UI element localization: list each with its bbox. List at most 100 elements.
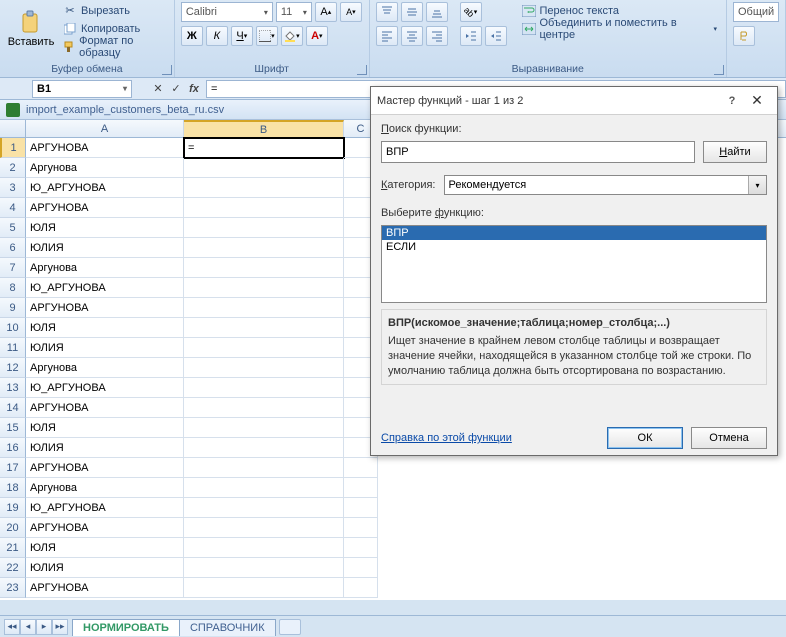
cell[interactable] (344, 458, 378, 478)
name-box[interactable]: B1 ▾ (32, 80, 132, 98)
italic-button[interactable]: К (206, 26, 228, 46)
number-format-combo[interactable]: Общий (733, 2, 779, 22)
cell[interactable] (184, 478, 344, 498)
row-header[interactable]: 9 (0, 298, 26, 318)
cancel-button[interactable]: Отмена (691, 427, 767, 449)
borders-button[interactable]: ▾ (256, 26, 278, 46)
tab-nav-last[interactable]: ▸▸ (52, 619, 68, 635)
tab-nav-prev[interactable]: ◂ (20, 619, 36, 635)
cell[interactable] (184, 158, 344, 178)
align-center-button[interactable] (401, 26, 423, 46)
row-header[interactable]: 1 (0, 138, 26, 158)
shrink-font-button[interactable]: A▾ (340, 2, 362, 22)
row-header[interactable]: 20 (0, 518, 26, 538)
row-header[interactable]: 3 (0, 178, 26, 198)
font-name-combo[interactable]: Calibri▾ (181, 2, 273, 22)
increase-indent-button[interactable] (485, 26, 507, 46)
cell[interactable] (184, 498, 344, 518)
cancel-formula-button[interactable]: ✕ (150, 81, 166, 97)
row-header[interactable]: 19 (0, 498, 26, 518)
sheet-tab-other[interactable]: СПРАВОЧНИК (179, 619, 276, 636)
ok-button[interactable]: ОК (607, 427, 683, 449)
cell[interactable] (184, 198, 344, 218)
cell[interactable]: ЮЛИЯ (26, 558, 184, 578)
cell[interactable] (184, 378, 344, 398)
cell[interactable] (184, 398, 344, 418)
dialog-close-button[interactable]: ✕ (743, 92, 771, 109)
tab-nav-next[interactable]: ▸ (36, 619, 52, 635)
cell[interactable]: ЮЛИЯ (26, 238, 184, 258)
row-header[interactable]: 8 (0, 278, 26, 298)
cell[interactable]: АРГУНОВА (26, 458, 184, 478)
format-painter-button[interactable]: Формат по образцу (60, 38, 168, 55)
cell[interactable]: Ю_АРГУНОВА (26, 278, 184, 298)
cell[interactable]: ЮЛЯ (26, 418, 184, 438)
function-option[interactable]: ВПР (382, 226, 766, 240)
new-sheet-button[interactable] (279, 619, 301, 635)
row-header[interactable]: 23 (0, 578, 26, 598)
decrease-indent-button[interactable] (460, 26, 482, 46)
cell[interactable]: АРГУНОВА (26, 138, 184, 158)
row-header[interactable]: 16 (0, 438, 26, 458)
category-select[interactable]: Рекомендуется ▾ (444, 175, 768, 195)
row-header[interactable]: 4 (0, 198, 26, 218)
font-color-button[interactable]: A▾ (306, 26, 328, 46)
font-size-combo[interactable]: 11▾ (276, 2, 312, 22)
cell[interactable] (184, 318, 344, 338)
align-left-button[interactable] (376, 26, 398, 46)
select-all-corner[interactable] (0, 120, 26, 137)
column-header[interactable]: B (184, 120, 344, 137)
row-header[interactable]: 11 (0, 338, 26, 358)
accept-formula-button[interactable]: ✓ (168, 81, 184, 97)
cell[interactable] (184, 578, 344, 598)
cell[interactable] (184, 558, 344, 578)
cell[interactable]: АРГУНОВА (26, 198, 184, 218)
row-header[interactable]: 21 (0, 538, 26, 558)
row-header[interactable]: 7 (0, 258, 26, 278)
sheet-tab-active[interactable]: НОРМИРОВАТЬ (72, 619, 180, 636)
row-header[interactable]: 6 (0, 238, 26, 258)
dialog-launcher-icon[interactable] (714, 65, 724, 75)
cell[interactable] (184, 538, 344, 558)
row-header[interactable]: 15 (0, 418, 26, 438)
row-header[interactable]: 22 (0, 558, 26, 578)
row-header[interactable]: 5 (0, 218, 26, 238)
cell[interactable] (344, 498, 378, 518)
cell[interactable]: АРГУНОВА (26, 578, 184, 598)
row-header[interactable]: 17 (0, 458, 26, 478)
cell[interactable] (184, 278, 344, 298)
dialog-help-button[interactable]: ? (721, 95, 743, 107)
cell[interactable] (184, 458, 344, 478)
cell[interactable] (184, 258, 344, 278)
align-top-button[interactable] (376, 2, 398, 22)
bold-button[interactable]: Ж (181, 26, 203, 46)
function-listbox[interactable]: ВПРЕСЛИ (381, 225, 767, 303)
cell[interactable] (184, 338, 344, 358)
cell[interactable] (184, 518, 344, 538)
cell[interactable]: Аргунова (26, 258, 184, 278)
cell[interactable]: ЮЛЯ (26, 218, 184, 238)
row-header[interactable]: 12 (0, 358, 26, 378)
row-header[interactable]: 13 (0, 378, 26, 398)
cell[interactable] (344, 478, 378, 498)
orientation-button[interactable]: ab▾ (460, 2, 482, 22)
cell[interactable]: ЮЛИЯ (26, 338, 184, 358)
underline-button[interactable]: Ч▾ (231, 26, 253, 46)
search-function-input[interactable]: ВПР (381, 141, 695, 163)
merge-center-button[interactable]: Объединить и поместить в центре ▾ (519, 20, 721, 37)
cell[interactable]: ЮЛЯ (26, 318, 184, 338)
cell[interactable]: ЮЛЯ (26, 538, 184, 558)
column-header[interactable]: A (26, 120, 184, 137)
cell[interactable] (184, 418, 344, 438)
paste-button[interactable]: Вставить (6, 2, 56, 56)
cell[interactable] (184, 298, 344, 318)
cell[interactable] (344, 578, 378, 598)
find-button[interactable]: Найти (703, 141, 767, 163)
cell[interactable]: Ю_АРГУНОВА (26, 498, 184, 518)
cell[interactable]: АРГУНОВА (26, 298, 184, 318)
row-header[interactable]: 18 (0, 478, 26, 498)
tab-nav-first[interactable]: ◂◂ (4, 619, 20, 635)
align-bottom-button[interactable] (426, 2, 448, 22)
cell[interactable] (344, 558, 378, 578)
function-help-link[interactable]: Справка по этой функции (381, 432, 512, 444)
